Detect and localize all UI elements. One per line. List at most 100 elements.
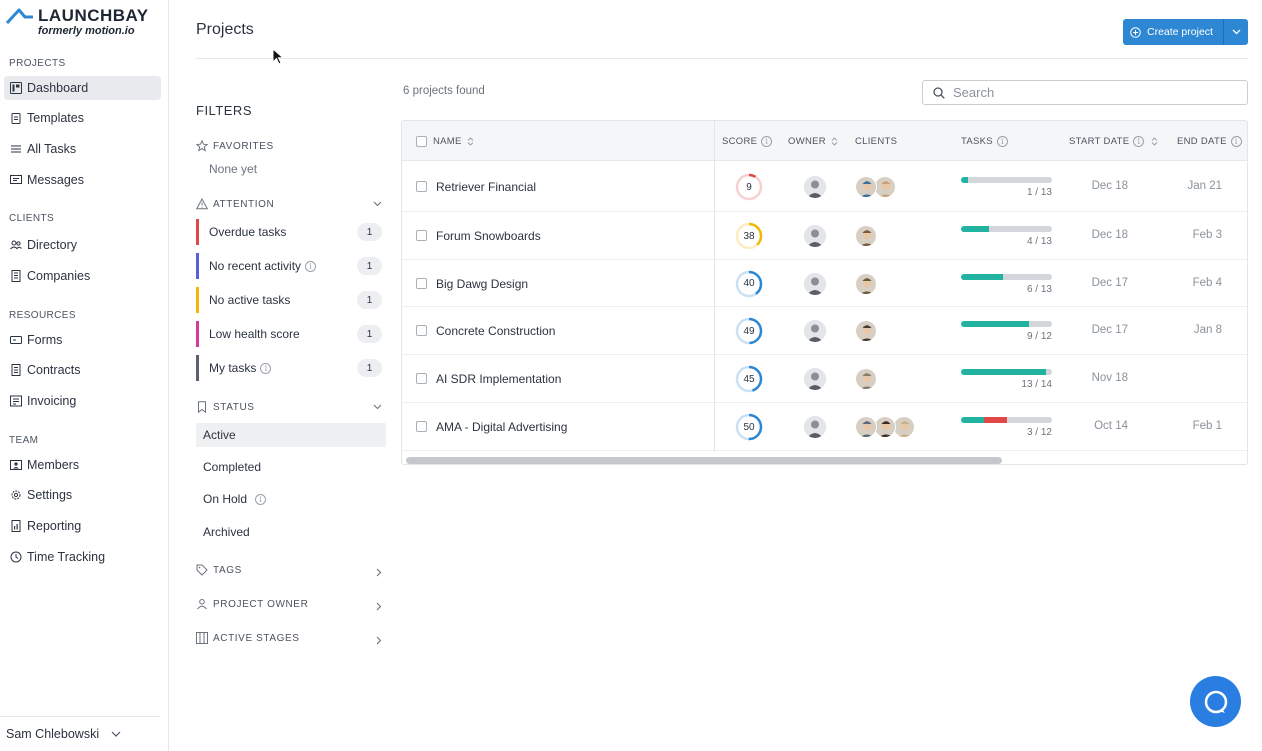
owner-avatar[interactable] xyxy=(804,272,826,295)
sidebar-item-contracts[interactable]: Contracts xyxy=(4,358,161,382)
client-avatar[interactable] xyxy=(855,176,877,198)
user-menu[interactable]: Sam Chlebowski xyxy=(0,716,160,751)
sidebar-item-forms[interactable]: Forms xyxy=(4,328,161,352)
filter-attention-header[interactable]: ATTENTION xyxy=(196,198,386,210)
sidebar-item-label: Forms xyxy=(27,333,63,347)
status-archived[interactable]: Archived xyxy=(196,520,386,544)
sidebar-item-members[interactable]: Members xyxy=(4,453,161,477)
client-avatar[interactable] xyxy=(855,320,877,342)
owner-avatar[interactable] xyxy=(804,320,826,342)
sidebar-item-reporting[interactable]: Reporting xyxy=(4,514,161,538)
column-header-score[interactable]: SCORE i xyxy=(722,121,773,161)
task-progress-bar xyxy=(961,226,1052,232)
sidebar-item-companies[interactable]: Companies xyxy=(4,264,161,288)
project-name-link[interactable]: Retriever Financial xyxy=(436,180,536,194)
info-icon[interactable]: i xyxy=(255,493,267,505)
info-icon[interactable]: i xyxy=(305,260,317,272)
sidebar-item-templates[interactable]: Templates xyxy=(4,106,161,130)
brand-logo[interactable]: LAUNCHBAY formerly motion.io xyxy=(6,6,149,37)
client-avatar[interactable] xyxy=(855,225,877,247)
column-header-clients[interactable]: CLIENTS xyxy=(855,121,897,161)
task-overdue-fill xyxy=(983,417,1007,423)
client-avatar[interactable] xyxy=(874,176,896,198)
column-header-name[interactable]: NAME xyxy=(433,121,474,161)
column-header-start-date[interactable]: START DATE i xyxy=(1069,121,1158,161)
search-input[interactable] xyxy=(953,85,1233,100)
client-avatar[interactable] xyxy=(893,416,915,438)
table-row[interactable]: Concrete Construction 49 9 / 12 Dec 17 Jan 8 xyxy=(402,307,1247,355)
sidebar-item-settings[interactable]: Settings xyxy=(4,483,161,507)
attention-color-bar xyxy=(196,287,199,313)
client-avatar[interactable] xyxy=(855,272,877,295)
info-icon[interactable]: i xyxy=(1230,135,1242,147)
attention-item-label: My tasks xyxy=(209,361,257,375)
table-row[interactable]: Retriever Financial 9 1 / 13 Dec 18 Jan 21 xyxy=(402,162,1247,212)
client-avatar[interactable] xyxy=(855,416,877,438)
help-chat-button[interactable] xyxy=(1190,676,1241,727)
client-avatar[interactable] xyxy=(855,368,877,390)
sidebar-item-dashboard[interactable]: Dashboard xyxy=(4,76,161,100)
table-row[interactable]: AMA - Digital Advertising 50 3 / 12 Oct 14 F… xyxy=(402,403,1247,451)
create-project-main[interactable]: Create project xyxy=(1123,19,1223,45)
info-icon[interactable]: i xyxy=(761,135,773,147)
status-completed[interactable]: Completed xyxy=(196,455,386,479)
filter-tags-header[interactable]: TAGS xyxy=(196,564,386,577)
table-row[interactable]: AI SDR Implementation 45 13 / 14 Nov 18 xyxy=(402,355,1247,403)
status-on-hold[interactable]: On Hold i xyxy=(196,487,386,511)
sidebar-item-all-tasks[interactable]: All Tasks xyxy=(4,137,161,161)
attention-my-tasks[interactable]: My tasks i 1 xyxy=(196,355,382,381)
horizontal-scrollbar[interactable] xyxy=(406,457,1002,464)
row-checkbox[interactable] xyxy=(416,325,427,336)
report-icon xyxy=(9,520,22,533)
filter-status-header[interactable]: STATUS xyxy=(196,401,386,413)
attention-no-recent-activity[interactable]: No recent activity i 1 xyxy=(196,253,382,279)
sidebar-item-invoicing[interactable]: Invoicing xyxy=(4,389,161,413)
attention-overdue-tasks[interactable]: Overdue tasks 1 xyxy=(196,219,382,245)
table-row[interactable]: Big Dawg Design 40 6 / 13 Dec 17 Feb 4 xyxy=(402,260,1247,307)
sidebar-item-directory[interactable]: Directory xyxy=(4,233,161,257)
search-box[interactable] xyxy=(922,80,1248,105)
client-avatar[interactable] xyxy=(874,416,896,438)
column-header-end-date[interactable]: END DATE i xyxy=(1177,121,1242,161)
message-icon xyxy=(9,174,22,187)
create-project-dropdown[interactable] xyxy=(1223,19,1248,45)
sidebar-item-label: All Tasks xyxy=(27,142,77,156)
attention-no-active-tasks[interactable]: No active tasks 1 xyxy=(196,287,382,313)
sidebar-item-label: Contracts xyxy=(27,363,81,377)
project-name-link[interactable]: Concrete Construction xyxy=(436,324,555,338)
row-checkbox[interactable] xyxy=(416,230,427,241)
info-icon[interactable]: i xyxy=(1133,135,1145,147)
start-date: Dec 17 xyxy=(1091,276,1128,289)
filter-favorites-header[interactable]: FAVORITES xyxy=(196,140,386,152)
table-row[interactable]: Forum Snowboards 38 4 / 13 Dec 18 Feb 3 xyxy=(402,212,1247,260)
owner-avatar[interactable] xyxy=(804,416,826,438)
create-project-button[interactable]: Create project xyxy=(1123,19,1248,45)
row-checkbox[interactable] xyxy=(416,181,427,192)
info-icon[interactable]: i xyxy=(260,362,272,374)
project-name-link[interactable]: Forum Snowboards xyxy=(436,229,541,243)
row-checkbox[interactable] xyxy=(416,421,427,432)
column-header-owner[interactable]: OWNER xyxy=(788,121,838,161)
owner-avatar[interactable] xyxy=(804,368,826,390)
select-all-checkbox[interactable] xyxy=(416,136,427,147)
start-date: Dec 18 xyxy=(1091,229,1128,241)
row-checkbox[interactable] xyxy=(416,277,427,289)
owner-avatar[interactable] xyxy=(804,176,826,198)
end-date: Feb 1 xyxy=(1192,420,1222,432)
sidebar-item-time-tracking[interactable]: Time Tracking xyxy=(4,545,161,569)
project-name-link[interactable]: Big Dawg Design xyxy=(436,277,528,291)
attention-color-bar xyxy=(196,321,199,347)
project-name-link[interactable]: AI SDR Implementation xyxy=(436,372,561,386)
row-checkbox[interactable] xyxy=(416,373,427,384)
status-active[interactable]: Active xyxy=(196,423,386,447)
building-icon xyxy=(9,270,22,283)
sidebar-item-messages[interactable]: Messages xyxy=(4,168,161,192)
info-icon[interactable]: i xyxy=(996,135,1008,147)
column-header-tasks[interactable]: TASKS i xyxy=(961,121,1008,161)
attention-low-health-score[interactable]: Low health score 1 xyxy=(196,321,382,347)
filter-active-stages-header[interactable]: ACTIVE STAGES xyxy=(196,632,386,645)
end-date: Feb 4 xyxy=(1192,276,1222,289)
owner-avatar[interactable] xyxy=(804,225,826,247)
project-name-link[interactable]: AMA - Digital Advertising xyxy=(436,420,567,434)
filter-project-owner-header[interactable]: PROJECT OWNER xyxy=(196,598,386,611)
